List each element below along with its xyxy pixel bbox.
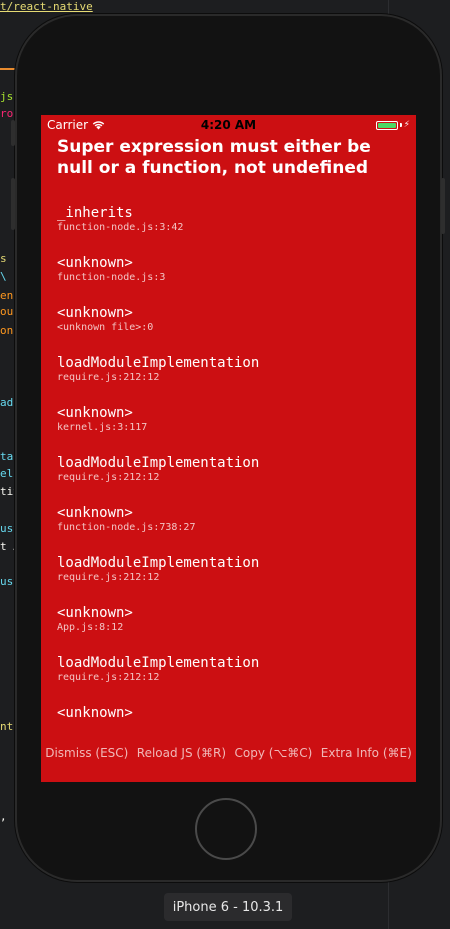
stack-frame-method: _inherits xyxy=(57,205,133,221)
editor-fragment: , xyxy=(0,810,7,823)
stack-frame-file: App.js:8:12 xyxy=(57,622,124,633)
stack-frame-method: <unknown> xyxy=(57,305,133,321)
carrier-indicator: Carrier xyxy=(47,118,105,132)
editor-fragment: ro xyxy=(0,107,14,120)
stack-frame-method: <unknown> xyxy=(57,505,133,521)
stack-frame[interactable]: <unknown> <unknown file>:0 xyxy=(57,305,402,355)
stack-frame-method: loadModuleImplementation xyxy=(57,455,260,471)
stack-frame-file: require.js:212:12 xyxy=(57,672,160,683)
stack-frame-file: kernel.js:3:117 xyxy=(57,422,148,433)
extra-info-button[interactable]: Extra Info (⌘E) xyxy=(321,746,412,760)
stack-frame-file: require.js:212:12 xyxy=(57,472,160,483)
battery-icon xyxy=(375,120,398,130)
stack-frame[interactable]: loadModuleImplementation require.js:212:… xyxy=(57,655,402,705)
device-label: iPhone 6 - 10.3.1 xyxy=(164,893,292,921)
stack-frame[interactable]: <unknown> kernel.js:3:117 xyxy=(57,405,402,455)
mute-switch xyxy=(11,120,15,146)
battery-indicator: ⚡ xyxy=(375,120,410,130)
stack-frame[interactable]: <unknown> function-node.js:738:27 xyxy=(57,505,402,555)
charging-bolt-icon: ⚡ xyxy=(403,120,410,130)
stack-frame-file: function-node.js:738:27 xyxy=(57,522,196,533)
editor-fragment: js xyxy=(0,90,14,103)
carrier-label: Carrier xyxy=(47,118,89,132)
stack-frame[interactable]: loadModuleImplementation require.js:212:… xyxy=(57,455,402,505)
wifi-icon xyxy=(92,121,105,130)
stack-frame[interactable]: loadModuleImplementation require.js:212:… xyxy=(57,555,402,605)
editor-fragment: on xyxy=(0,324,14,337)
redbox-button-bar: Dismiss (ESC) Reload JS (⌘R) Copy (⌥⌘C) … xyxy=(41,743,416,763)
copy-button[interactable]: Copy (⌥⌘C) xyxy=(235,746,313,760)
editor-fragment: s xyxy=(0,252,7,265)
status-bar: Carrier ⚡ xyxy=(41,115,416,135)
simulator-screen: Carrier ⚡ 4:20 AM Super expression must … xyxy=(41,115,416,782)
stack-frame-method: loadModuleImplementation xyxy=(57,655,260,671)
stack-frame-file: function-node.js:3 xyxy=(57,272,166,283)
stack-frame-method: <unknown> xyxy=(57,605,133,621)
stack-frame[interactable]: loadModuleImplementation require.js:212:… xyxy=(57,355,402,405)
stack-trace-list[interactable]: _inherits function-node.js:3:42 <unknown… xyxy=(57,205,402,755)
stack-frame-method: <unknown> xyxy=(57,255,133,271)
stack-frame-file: function-node.js:3:42 xyxy=(57,222,184,233)
volume-up-button xyxy=(11,178,15,230)
stack-frame[interactable]: <unknown> App.js:8:12 xyxy=(57,605,402,655)
stack-frame-file: require.js:212:12 xyxy=(57,372,160,383)
editor-fragment: \ xyxy=(0,270,7,283)
editor-path-text: t/react-native xyxy=(0,0,93,13)
stack-frame-method: loadModuleImplementation xyxy=(57,355,260,371)
stack-frame-method: <unknown> xyxy=(57,705,133,721)
editor-fragment: en xyxy=(0,289,14,302)
dismiss-button[interactable]: Dismiss (ESC) xyxy=(45,746,128,760)
home-button[interactable] xyxy=(195,798,257,860)
stack-frame-file: <unknown file>:0 xyxy=(57,322,154,333)
stack-frame[interactable]: <unknown> function-node.js:3 xyxy=(57,255,402,305)
stack-frame-file: require.js:212:12 xyxy=(57,572,160,583)
stack-frame-method: <unknown> xyxy=(57,405,133,421)
stack-frame-method: loadModuleImplementation xyxy=(57,555,260,571)
power-button xyxy=(441,178,445,234)
stack-frame[interactable]: _inherits function-node.js:3:42 xyxy=(57,205,402,255)
error-message-title: Super expression must either be null or … xyxy=(57,137,371,178)
reload-js-button[interactable]: Reload JS (⌘R) xyxy=(137,746,226,760)
